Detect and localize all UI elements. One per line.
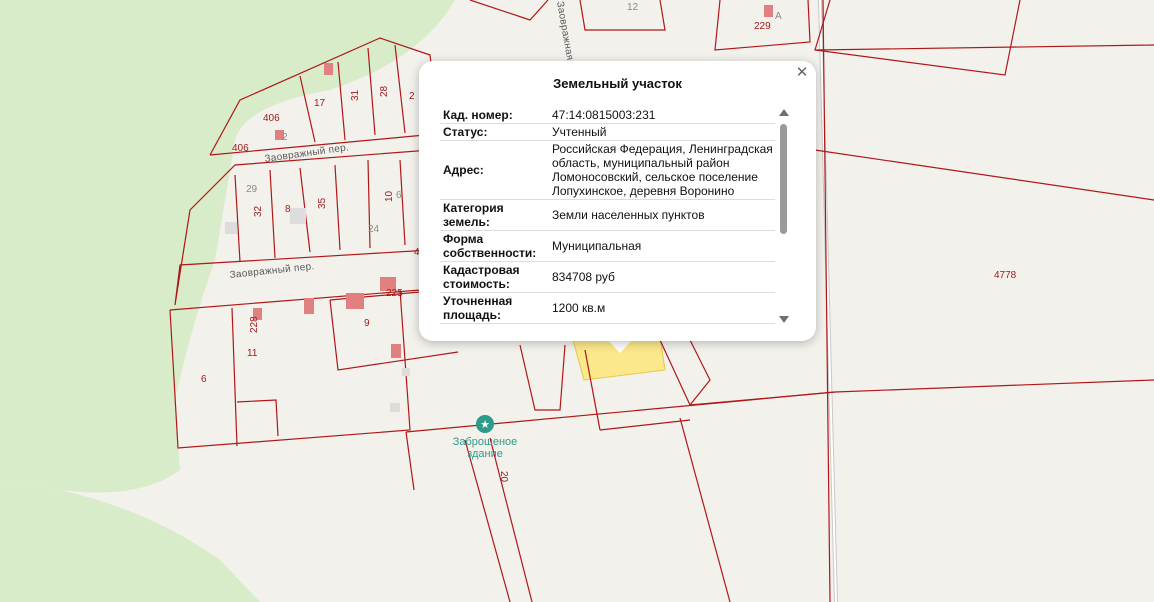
scroll-up-arrow-icon[interactable] (779, 109, 789, 116)
info-row-land-category: Категория земель: Земли населенных пункт… (440, 200, 775, 231)
info-row-cadastral-number: Кад. номер: 47:14:0815003:231 (440, 107, 775, 124)
row-value: 834708 руб (552, 270, 615, 284)
parcel-number: А (775, 11, 782, 22)
info-row-cadastral-value: Кадастровая стоимость: 834708 руб (440, 262, 775, 293)
parcel-number: 24 (368, 224, 380, 235)
row-label: Статус: (443, 125, 488, 139)
parcel-number: 35 (317, 197, 328, 209)
row-value: 1200 кв.м (552, 301, 606, 315)
forest-area (0, 0, 455, 493)
parcel-info-popup: Земельный участок ✕ Кад. номер: 47:14:08… (419, 61, 816, 341)
close-icon[interactable]: ✕ (794, 65, 810, 81)
parcel-number: 29 (246, 184, 258, 195)
poi-name-line1: Заброшеное (453, 436, 518, 448)
row-label: Адрес: (443, 163, 484, 177)
street-label: Заовражный пер. (229, 261, 315, 281)
row-value: Учтенный (552, 125, 607, 139)
popup-tail (607, 339, 633, 353)
parcel-number: 2 (282, 132, 288, 143)
road-inner (819, 0, 837, 602)
parcel-number: 32 (253, 205, 264, 217)
parcel-number: 28 (379, 85, 390, 97)
parcel-number: 6 (201, 374, 207, 385)
info-row-ownership: Форма собственности: Муниципальная (440, 231, 775, 262)
parcel-number: 31 (350, 89, 361, 101)
parcel-number: 12 (627, 2, 639, 13)
poi-name-line2: здание (467, 448, 503, 460)
popup-title: Земельный участок (553, 76, 682, 91)
info-row-area: Уточненная площадь: 1200 кв.м (440, 293, 775, 324)
parcel-number: 8 (285, 204, 291, 215)
parcel-number: 17 (314, 98, 326, 109)
parcel-number: 225 (386, 288, 403, 299)
parcel-number: 406 (263, 113, 280, 124)
poi-marker[interactable]: ★ Заброшеное здание (453, 415, 518, 460)
parcel-number: 11 (247, 348, 258, 359)
row-label: Уточненная площадь: (443, 294, 513, 322)
parcel-number: 20 (498, 471, 509, 483)
parcel-number: 4778 (994, 270, 1017, 281)
scroll-down-arrow-icon[interactable] (779, 316, 789, 323)
row-label: Кадастровая стоимость: (443, 263, 520, 291)
row-value: Муниципальная (552, 239, 642, 253)
scrollbar-thumb[interactable] (780, 124, 787, 234)
info-row-address: Адрес: Российская Федерация, Ленинградск… (440, 141, 775, 200)
row-label: Категория земель: (443, 201, 504, 229)
row-label: Форма собственности: (443, 232, 537, 260)
row-value: Российская Федерация, Ленинградская обла… (552, 142, 773, 198)
parcel-number: 229 (754, 21, 771, 32)
parcel-number: 2 (409, 91, 415, 102)
info-row-status: Статус: Учтенный (440, 124, 775, 141)
parcel-info-table[interactable]: Кад. номер: 47:14:0815003:231 Статус: Уч… (440, 107, 775, 325)
row-value: Земли населенных пунктов (552, 208, 705, 222)
parcel-number: 228 (249, 316, 260, 333)
forest-area-south (0, 480, 260, 602)
parcel-number: 6 (396, 190, 402, 201)
parcel-number: 10 (384, 190, 395, 202)
street-label-vertical: Заовражная (554, 1, 575, 62)
star-glyph: ★ (480, 418, 490, 431)
row-label: Кад. номер: (443, 108, 513, 122)
parcel-number: 9 (364, 318, 370, 329)
parcel-number: 406 (232, 143, 249, 154)
row-value: 47:14:0815003:231 (552, 108, 656, 122)
